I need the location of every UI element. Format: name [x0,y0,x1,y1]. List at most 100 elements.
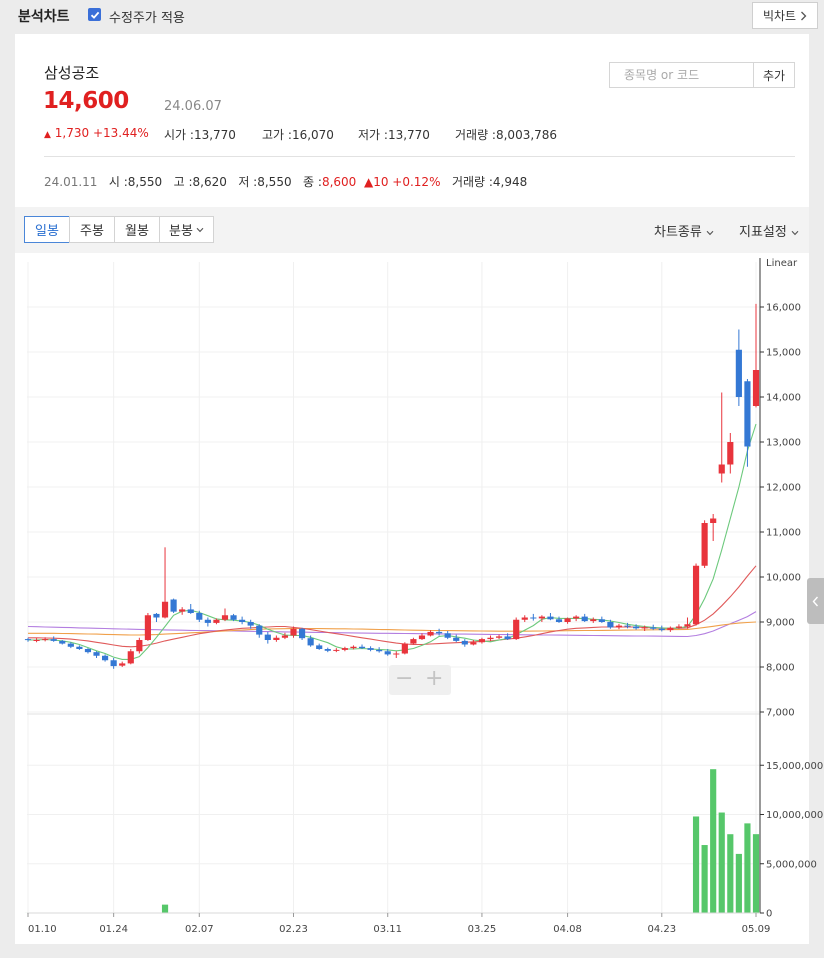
volume-bar[interactable] [744,823,751,913]
candle[interactable] [744,379,751,467]
candle[interactable] [50,636,57,642]
candle[interactable] [444,631,451,640]
candle[interactable] [333,648,340,653]
x-tick-label: 03.25 [468,924,497,935]
stock-chart[interactable]: Linear 7,000 8,000 9,000 10,000 11,000 12,000 1… [0,0,824,958]
candle[interactable] [101,654,109,662]
candle[interactable] [204,617,211,627]
volume-bar[interactable] [701,845,708,913]
x-tick-label: 05.09 [742,924,771,935]
candle-body [153,613,160,618]
candle[interactable] [281,632,289,640]
candle-body [144,615,151,640]
candle[interactable] [667,626,674,632]
candle[interactable] [273,635,280,642]
candle-body [93,652,100,656]
candle[interactable] [119,661,126,667]
candle[interactable] [555,616,563,623]
candle[interactable] [410,637,417,645]
candle[interactable] [752,303,760,408]
candle[interactable] [187,604,194,614]
x-tick-label: 01.24 [99,924,128,935]
candle-body [470,642,477,645]
candle[interactable] [478,637,486,644]
candle-body [33,640,40,641]
candle-body [478,639,486,643]
volume-bar[interactable] [752,834,760,913]
candle[interactable] [718,392,725,483]
zoom-in-button[interactable]: + [425,668,443,690]
candle[interactable] [367,646,374,652]
volume-bar[interactable] [735,853,742,913]
x-tick-label: 04.08 [553,924,582,935]
candle[interactable] [341,646,348,652]
candle-body [307,638,314,646]
candle[interactable] [735,329,742,407]
candle-body [341,648,348,650]
candle[interactable] [513,617,520,641]
candle[interactable] [598,616,605,623]
candle[interactable] [487,635,494,641]
candle[interactable] [127,649,134,665]
price-tick-label: 8,000 [766,663,795,674]
candle[interactable] [316,643,323,650]
candle-body [24,639,32,641]
candle-body [547,616,554,620]
candle[interactable] [33,638,40,643]
candle-body [281,635,289,638]
candle[interactable] [401,642,408,655]
volume-bar[interactable] [710,769,717,913]
candle[interactable] [521,615,528,622]
candle[interactable] [161,547,169,619]
candle[interactable] [24,637,32,642]
candle[interactable] [324,647,331,653]
candle[interactable] [495,634,503,640]
x-tick-label: 02.07 [185,924,214,935]
candle[interactable] [376,647,383,653]
candle-body [59,640,66,644]
candle-body [50,639,57,641]
candle[interactable] [436,628,443,636]
candle[interactable] [727,433,734,474]
candle-body [239,619,246,622]
candle-body [256,625,263,635]
volume-tick-label: 10,000,000 [766,810,823,821]
candle[interactable] [547,613,554,621]
volume-bar[interactable] [161,904,169,913]
candle-body [641,627,648,629]
x-tick-label: 03.11 [373,924,402,935]
side-panel-toggle[interactable] [807,578,824,624]
candle[interactable] [701,520,708,568]
candle[interactable] [256,624,263,638]
candle[interactable] [298,627,306,640]
volume-bar[interactable] [692,816,700,913]
candle[interactable] [461,639,468,647]
candle[interactable] [530,613,537,621]
candle[interactable] [76,645,83,650]
candle[interactable] [710,514,717,541]
candle-body [735,349,742,397]
candle[interactable] [453,634,460,643]
candle[interactable] [393,651,400,658]
candle-body [752,370,760,406]
candle[interactable] [573,615,580,622]
candle[interactable] [221,608,229,622]
candle[interactable] [470,640,477,646]
candle[interactable] [692,563,700,626]
candle[interactable] [264,631,271,644]
candle[interactable] [564,617,571,624]
candle[interactable] [239,616,246,625]
candle-body [376,649,383,652]
price-tick-label: 12,000 [766,483,801,494]
candle[interactable] [170,598,177,613]
volume-bar[interactable] [727,834,734,913]
candle[interactable] [136,637,143,654]
candle[interactable] [93,651,100,658]
candle[interactable] [581,613,588,622]
candle[interactable] [615,623,623,630]
zoom-out-button[interactable]: − [395,668,413,690]
candle[interactable] [144,613,151,641]
candle[interactable] [179,607,186,615]
candle[interactable] [153,613,160,622]
volume-bar[interactable] [718,812,725,913]
